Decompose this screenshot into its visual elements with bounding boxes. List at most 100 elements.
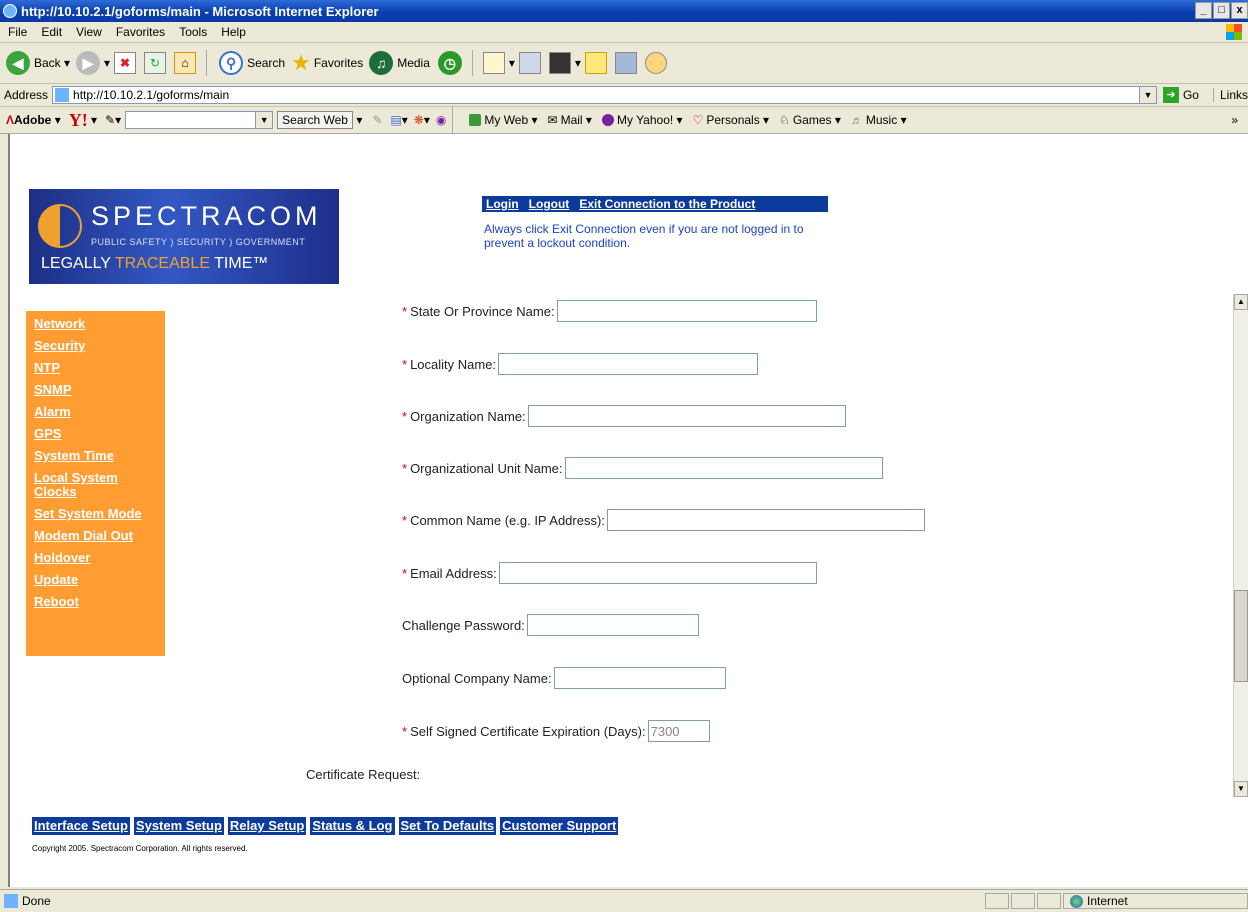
sidebar-item-modem-dial-out[interactable]: Modem Dial Out (34, 529, 165, 543)
address-dropdown-icon[interactable]: ▼ (1138, 87, 1156, 103)
sidebar-item-reboot[interactable]: Reboot (34, 595, 165, 609)
history-icon[interactable]: ◷ (437, 51, 462, 75)
research-icon[interactable] (614, 52, 637, 74)
customer-support-link[interactable]: Customer Support (500, 817, 619, 835)
music-button[interactable]: ♬ Music ▾ (851, 113, 907, 127)
scroll-down-icon[interactable]: ▼ (1234, 781, 1248, 797)
sidebar-item-holdover[interactable]: Holdover (34, 551, 165, 565)
scroll-up-icon[interactable]: ▲ (1234, 294, 1248, 310)
login-link[interactable]: Login (486, 197, 519, 211)
maximize-button[interactable]: □ (1213, 2, 1230, 19)
common-name-input[interactable] (606, 509, 925, 531)
email-label: Email Address: (410, 565, 497, 581)
close-button[interactable]: x (1231, 2, 1248, 19)
forward-button[interactable]: ▶ ▾ (76, 51, 110, 75)
exit-connection-link[interactable]: Exit Connection to the Product (579, 197, 755, 211)
interface-setup-link[interactable]: Interface Setup (32, 817, 130, 835)
mail-button[interactable]: ✉ Mail ▾ (548, 113, 592, 127)
personals-button[interactable]: ♡ Personals ▾ (693, 113, 770, 127)
personals-icon: ♡ (692, 113, 704, 127)
menu-favorites[interactable]: Favorites (116, 25, 165, 39)
popup-blocker-icon[interactable]: ▤ (390, 113, 401, 127)
antispy-icon[interactable]: ❋ (414, 113, 424, 127)
links-button[interactable]: Links (1212, 88, 1248, 102)
menu-help[interactable]: Help (221, 25, 246, 39)
sidebar-item-local-system-clocks[interactable]: Local System Clocks (34, 471, 144, 499)
favorites-button[interactable]: ★ Favorites (291, 50, 363, 76)
certificate-request-label: Certificate Request: (306, 767, 421, 782)
pencil-icon[interactable]: ✎ (105, 113, 115, 127)
games-button[interactable]: ♘ Games ▾ (779, 113, 841, 127)
home-icon[interactable]: ⌂ (174, 52, 197, 74)
yahoo-toolbar: Λ Adobe ▾ Y! ▾ ✎ ▾ ▼ Search Web ▾ ✎ ▤ ▾ ❋ ▾… (0, 107, 1248, 134)
sidebar-item-network[interactable]: Network (34, 317, 165, 331)
copyright: Copyright 2005. Spectracom Corporation. … (32, 844, 248, 853)
slogan-part: TIME™ (209, 255, 269, 272)
my-web-button[interactable]: My Web ▾ (469, 113, 538, 127)
organization-input[interactable] (527, 405, 846, 427)
state-input[interactable] (556, 300, 817, 322)
yahoo-search-dropdown-icon[interactable]: ▼ (255, 112, 273, 128)
back-button[interactable]: ◀ Back ▾ (6, 51, 70, 75)
sidebar-item-ntp[interactable]: NTP (34, 361, 165, 375)
menu-file[interactable]: File (8, 25, 27, 39)
envelope-icon: ✉ (547, 113, 558, 127)
adobe-button[interactable]: Adobe (14, 113, 51, 127)
expiration-row: * Self Signed Certificate Expiration (Da… (402, 720, 710, 742)
required-marker: * (402, 408, 408, 424)
page-content: SPECTRACOM PUBLIC SAFETY ) SECURITY ) GO… (8, 134, 1248, 887)
mail-icon[interactable] (482, 52, 505, 74)
window-titlebar: http://10.10.2.1/goforms/main - Microsof… (0, 0, 1248, 22)
scroll-thumb[interactable] (1234, 590, 1248, 682)
ie-icon (3, 4, 17, 18)
menu-tools[interactable]: Tools (179, 25, 207, 39)
search-button[interactable]: ⚲ Search (219, 51, 285, 75)
system-setup-link[interactable]: System Setup (133, 817, 224, 835)
locality-input[interactable] (498, 353, 759, 375)
org-unit-input[interactable] (564, 457, 883, 479)
stop-icon[interactable]: ✖ (114, 52, 137, 74)
relay-setup-link[interactable]: Relay Setup (227, 817, 307, 835)
yahoo-logo-icon[interactable]: Y! (69, 110, 88, 131)
sidebar-item-gps[interactable]: GPS (34, 427, 165, 441)
sidebar-item-set-system-mode[interactable]: Set System Mode (34, 507, 165, 521)
menu-view[interactable]: View (76, 25, 102, 39)
status-log-link[interactable]: Status & Log (310, 817, 395, 835)
minimize-button[interactable]: _ (1195, 2, 1212, 19)
messenger-icon[interactable] (644, 52, 667, 74)
company-label: Optional Company Name: (402, 670, 552, 686)
menu-edit[interactable]: Edit (41, 25, 62, 39)
set-to-defaults-link[interactable]: Set To Defaults (398, 817, 497, 835)
toolbar-separator (452, 107, 454, 133)
address-input[interactable]: http://10.10.2.1/goforms/main ▼ (52, 86, 1157, 104)
challenge-label: Challenge Password: (402, 617, 525, 633)
logout-link[interactable]: Logout (529, 197, 570, 211)
sidebar-item-update[interactable]: Update (34, 573, 165, 587)
sidebar-item-system-time[interactable]: System Time (34, 449, 165, 463)
vertical-scrollbar[interactable]: ▲ ▼ (1233, 294, 1248, 797)
go-button[interactable]: ➜ Go (1162, 87, 1199, 103)
status-segment (1037, 893, 1061, 909)
chevron-right-icon[interactable]: » (1231, 113, 1238, 127)
sidebar-item-security[interactable]: Security (34, 339, 165, 353)
edit-icon[interactable] (548, 52, 571, 74)
refresh-icon[interactable]: ↻ (144, 52, 167, 74)
media-button[interactable]: ♫ Media (369, 51, 430, 75)
sidebar-item-snmp[interactable]: SNMP (34, 383, 165, 397)
launchcast-icon[interactable]: ◉ (436, 113, 446, 127)
sidebar-item-alarm[interactable]: Alarm (34, 405, 165, 419)
yahoo-search-input[interactable]: ▼ (125, 111, 274, 129)
logo-slogan: LEGALLY TRACEABLE TIME™ (41, 255, 268, 273)
print-icon[interactable] (518, 52, 541, 74)
company-input[interactable] (553, 667, 726, 689)
required-marker: * (402, 565, 408, 581)
highlight-icon[interactable]: ✎ (372, 113, 382, 127)
status-segment (985, 893, 1009, 909)
expiration-input[interactable] (647, 720, 710, 742)
challenge-password-input[interactable] (526, 614, 699, 636)
my-yahoo-button[interactable]: My Yahoo! ▾ (601, 113, 683, 127)
email-input[interactable] (498, 562, 817, 584)
top-nav: Login Logout Exit Connection to the Prod… (482, 196, 828, 212)
search-web-button[interactable]: Search Web (277, 111, 353, 129)
discuss-icon[interactable] (584, 52, 607, 74)
